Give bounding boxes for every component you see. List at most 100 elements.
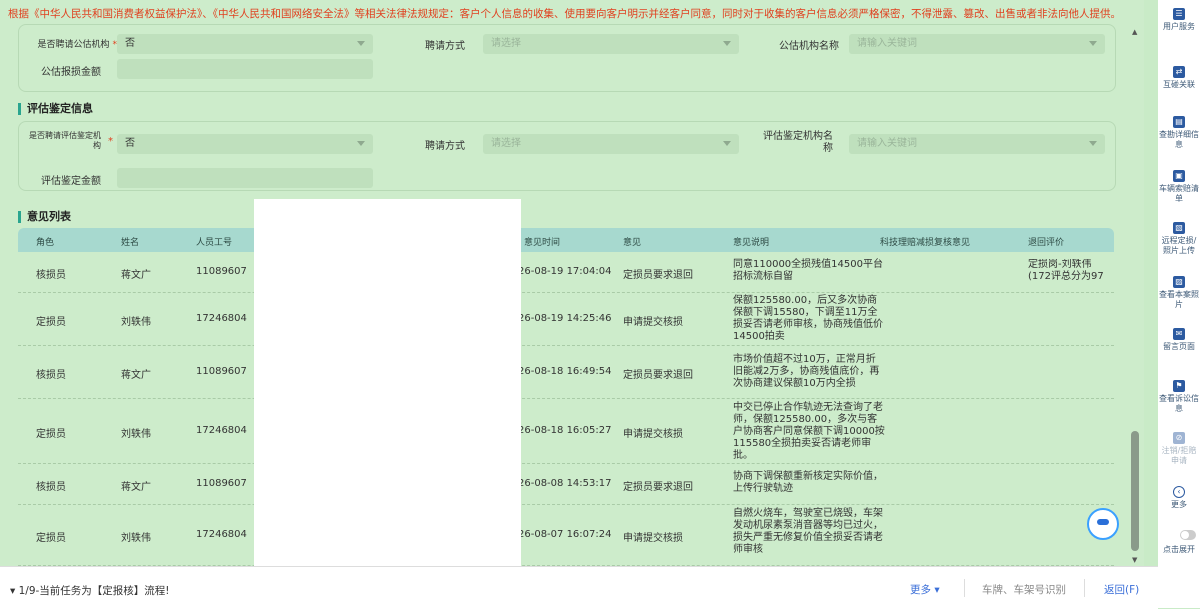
message-icon: ✉ [1173, 328, 1185, 340]
cell-opinion: 定损员要求退回 [623, 270, 693, 281]
public-estimate-method-select[interactable]: 请选择 [483, 34, 739, 54]
sidebar-item-survey[interactable]: ▤ 查勘详细信息 [1158, 116, 1200, 150]
plate-recognition-button[interactable]: 车牌、车架号识别 [982, 582, 1066, 597]
public-estimate-org-select[interactable]: 请输入关键词 [849, 34, 1105, 54]
chevron-down-icon [1089, 141, 1097, 146]
assessment-section-title: 评估鉴定信息 [18, 103, 93, 115]
public-estimate-engage-select[interactable]: 否 [117, 34, 373, 54]
scrollbar-thumb[interactable] [1131, 431, 1139, 551]
cell-name: 蒋文广 [121, 482, 151, 493]
public-estimate-org-label: 公估机构名称 [779, 41, 839, 52]
sidebar-item-label: 查看本案照片 [1159, 290, 1199, 309]
sidebar-item-complaint[interactable]: ⚑ 查看诉讼信息 [1158, 380, 1200, 414]
column-header-opinion: 意见 [623, 238, 642, 248]
column-header-review: 科技理赔减损复核意见 [880, 238, 971, 248]
user-service-icon: ☰ [1173, 8, 1185, 20]
cell-time: 26-08-08 14:53:17 [518, 478, 612, 489]
cell-role: 核损员 [36, 370, 66, 381]
scroll-up-icon[interactable]: ▲ [1132, 28, 1137, 36]
cell-name: 蒋文广 [121, 270, 151, 281]
column-header-role: 角色 [36, 238, 55, 248]
assessment-engage-select[interactable]: 否 [117, 134, 373, 154]
assessment-method-label: 聘请方式 [425, 141, 465, 152]
table-row[interactable]: 核损员 蒋文广 11089607 26-08-08 14:53:17 定损员要求… [18, 464, 1114, 505]
task-status: ▾ 1/9-当前任务为【定报核】流程! [10, 585, 170, 597]
sidebar-item-photo-upload[interactable]: ▧ 远程定损/照片上传 [1158, 222, 1200, 256]
bottom-action-bar: ▾ 1/9-当前任务为【定报核】流程! 更多 ▾ 车牌、车架号识别 返回(F) [0, 566, 1158, 609]
cell-name: 蒋文广 [121, 370, 151, 381]
vertical-scrollbar[interactable]: ▲ ▼ [1130, 26, 1140, 566]
column-header-description: 意见说明 [733, 238, 770, 248]
assessment-method-select[interactable]: 请选择 [483, 134, 739, 154]
table-row[interactable]: 核损员 蒋文广 11089607 26-08-18 16:49:54 定损员要求… [18, 346, 1114, 399]
sidebar-item-label: 远程定损/照片上传 [1161, 236, 1197, 255]
cell-opinion: 申请提交核损 [623, 317, 683, 328]
public-estimate-amount-field[interactable] [117, 59, 373, 79]
sidebar-item-label: 互碰关联 [1163, 80, 1195, 89]
table-row[interactable]: 核损员 蒋文广 11089607 26-08-19 17:04:04 定损员要求… [18, 252, 1114, 293]
sidebar-item-car-list[interactable]: ▣ 车辆索赔清单 [1158, 170, 1200, 204]
chevron-down-icon [357, 41, 365, 46]
cell-description: 协商下调保额重新核定实际价值，上传行驶轨迹 [733, 471, 883, 494]
assessment-amount-label: 评估鉴定金额 [41, 176, 101, 187]
cell-time: 26-08-19 17:04:04 [518, 266, 612, 277]
more-icon: ‹ [1173, 486, 1185, 498]
public-estimate-engage-label: 是否聘请公估机构 * [37, 40, 117, 50]
sidebar-item-user-service[interactable]: ☰ 用户服务 [1158, 8, 1200, 32]
expand-toggle[interactable] [1180, 530, 1196, 540]
car-list-icon: ▣ [1173, 170, 1185, 182]
cell-opinion: 申请提交核损 [623, 429, 683, 440]
sidebar-item-label: 留言页面 [1163, 342, 1195, 351]
public-estimate-section: 是否聘请公估机构 * 否 聘请方式 请选择 公估机构名称 请输入关键词 公估报损金… [18, 24, 1116, 92]
sidebar-item-label: 查勘详细信息 [1159, 130, 1199, 149]
column-header-name: 姓名 [121, 238, 140, 248]
cell-role: 定损员 [36, 429, 66, 440]
privacy-notice: 根据《中华人民共和国消费者权益保护法》、《中华人民共和国网络安全法》等相关法律法… [8, 8, 1121, 20]
assessment-amount-field[interactable] [117, 168, 373, 188]
opinions-table: 角色 姓名 人员工号 意见时间 意见 意见说明 科技理赔减损复核意见 退回评价 … [18, 228, 1114, 566]
required-mark: * [108, 136, 113, 147]
cell-id: 17246804 [196, 425, 247, 436]
public-estimate-amount-label: 公估报损金额 [41, 67, 101, 78]
table-row[interactable]: 定损员 刘轶伟 17246804 26-08-07 16:07:24 申请提交核… [18, 505, 1114, 566]
cell-id: 11089607 [196, 366, 247, 377]
cell-id: 11089607 [196, 478, 247, 489]
cell-description: 保额125580.00，后又多次协商保额下调15580，下调至11万全损妥否请老… [733, 295, 883, 342]
sidebar-item-message[interactable]: ✉ 留言页面 [1158, 328, 1200, 352]
cell-opinion: 申请提交核损 [623, 533, 683, 544]
cell-time: 26-08-07 16:07:24 [518, 529, 612, 540]
assessment-org-label: 评估鉴定机构名称 [763, 131, 833, 154]
sidebar-item-cancel[interactable]: ⊘ 注销/拒赔申请 [1158, 432, 1200, 466]
survey-icon: ▤ [1173, 116, 1185, 128]
public-estimate-method-label: 聘请方式 [425, 41, 465, 52]
redacted-overlay [254, 199, 521, 566]
cell-role: 定损员 [36, 317, 66, 328]
cancel-icon: ⊘ [1173, 432, 1185, 444]
assistant-robot-icon[interactable] [1087, 508, 1119, 540]
sidebar-item-photos[interactable]: ▨ 查看本案照片 [1158, 276, 1200, 310]
table-row[interactable]: 定损员 刘轶伟 17246804 26-08-18 16:05:27 申请提交核… [18, 399, 1114, 464]
sidebar-item-more[interactable]: ‹ 更多 [1158, 486, 1200, 510]
divider [1084, 579, 1085, 597]
cell-description: 自燃火烧车，驾驶室已烧毁，车架发动机尿素泵消音器等均已过火，损失严重无修复价值全… [733, 508, 883, 555]
cell-role: 核损员 [36, 270, 66, 281]
column-header-id: 人员工号 [196, 238, 233, 248]
scroll-down-icon[interactable]: ▼ [1132, 556, 1137, 564]
cell-time: 26-08-19 14:25:46 [518, 313, 612, 324]
cell-id: 17246804 [196, 529, 247, 540]
assessment-org-select[interactable]: 请输入关键词 [849, 134, 1105, 154]
complaint-icon: ⚑ [1173, 380, 1185, 392]
more-button[interactable]: 更多 ▾ [910, 582, 940, 597]
sidebar-item-expand[interactable]: 点击展开 [1158, 545, 1200, 555]
column-header-time: 意见时间 [524, 238, 561, 248]
cell-time: 26-08-18 16:05:27 [518, 425, 612, 436]
assessment-engage-label: 是否聘请评估鉴定机构 [29, 131, 101, 150]
cell-opinion: 定损员要求退回 [623, 482, 693, 493]
table-header: 角色 姓名 人员工号 意见时间 意见 意见说明 科技理赔减损复核意见 退回评价 [18, 228, 1114, 252]
divider [964, 579, 965, 597]
back-button[interactable]: 返回(F) [1104, 582, 1139, 597]
cell-role: 定损员 [36, 533, 66, 544]
sidebar-item-link[interactable]: ⇄ 互碰关联 [1158, 66, 1200, 90]
table-row[interactable]: 定损员 刘轶伟 17246804 26-08-19 14:25:46 申请提交核… [18, 293, 1114, 346]
cell-role: 核损员 [36, 482, 66, 493]
